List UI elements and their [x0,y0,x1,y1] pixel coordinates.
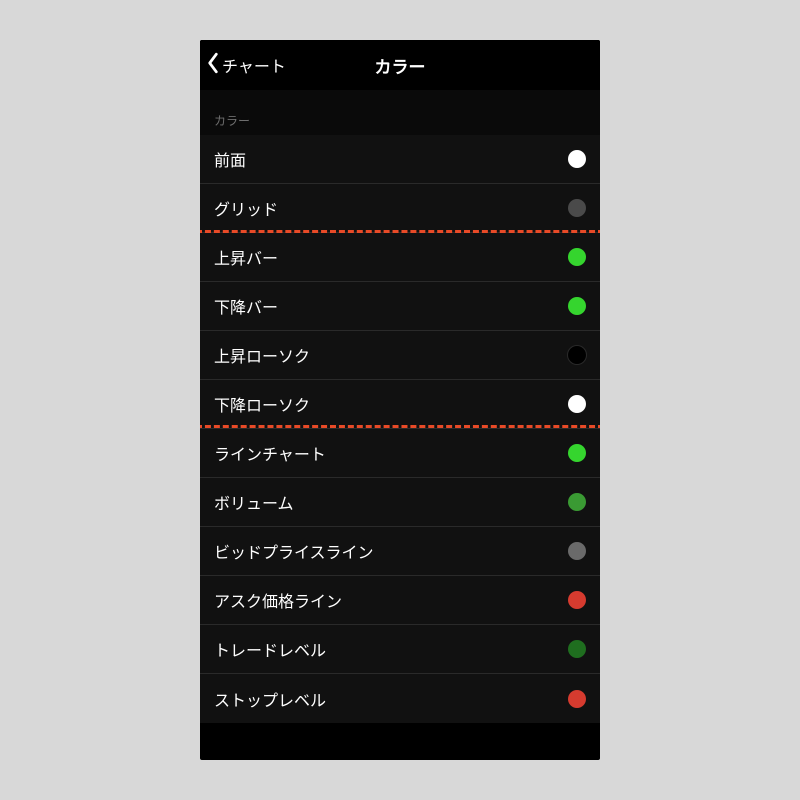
row-label: 下降バー [214,294,278,318]
color-setting-row[interactable]: アスク価格ライン [200,576,600,625]
row-label: グリッド [214,196,278,220]
color-swatch [568,297,586,315]
navbar: チャート カラー [200,40,600,90]
phone-frame: チャート カラー カラー 前面グリッド上昇バー下降バー上昇ローソク下降ローソクラ… [200,40,600,760]
color-swatch [568,493,586,511]
color-swatch [568,542,586,560]
row-label: 上昇バー [214,245,278,269]
color-setting-row[interactable]: ビッドプライスライン [200,527,600,576]
color-swatch [568,444,586,462]
color-swatch [568,591,586,609]
color-swatch [568,640,586,658]
row-label: アスク価格ライン [214,588,342,612]
color-setting-row[interactable]: ストップレベル [200,674,600,723]
back-button[interactable]: チャート [200,52,286,79]
row-label: トレードレベル [214,637,326,661]
color-swatch [568,395,586,413]
color-setting-row[interactable]: 上昇バー [200,233,600,282]
row-label: ラインチャート [214,441,326,465]
color-swatch [568,199,586,217]
color-swatch [568,346,586,364]
color-swatch [568,150,586,168]
color-setting-row[interactable]: 下降バー [200,282,600,331]
section-header: カラー [200,90,600,135]
color-setting-row[interactable]: 上昇ローソク [200,331,600,380]
chevron-left-icon [206,52,220,79]
row-label: ストップレベル [214,687,326,711]
color-setting-row[interactable]: ボリューム [200,478,600,527]
row-label: 下降ローソク [214,392,310,416]
row-label: 上昇ローソク [214,343,310,367]
row-label: 前面 [214,147,246,171]
color-swatch [568,690,586,708]
color-setting-row[interactable]: グリッド [200,184,600,233]
color-setting-row[interactable]: ラインチャート [200,429,600,478]
color-swatch [568,248,586,266]
back-label: チャート [222,53,286,77]
row-label: ビッドプライスライン [214,539,374,563]
color-setting-row[interactable]: 下降ローソク [200,380,600,429]
color-settings-list: 前面グリッド上昇バー下降バー上昇ローソク下降ローソクラインチャートボリュームビッ… [200,135,600,723]
row-label: ボリューム [214,490,294,514]
color-setting-row[interactable]: 前面 [200,135,600,184]
color-setting-row[interactable]: トレードレベル [200,625,600,674]
